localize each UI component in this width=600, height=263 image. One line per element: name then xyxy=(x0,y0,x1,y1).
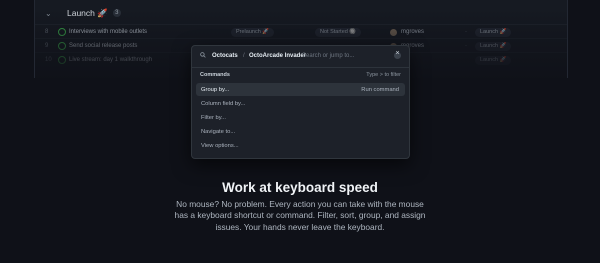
avatar xyxy=(390,28,397,36)
row-index: 9 xyxy=(45,43,49,49)
command-column-field-by[interactable]: Column field by... xyxy=(196,97,405,110)
group-title: Launch 🚀 xyxy=(67,7,108,18)
command-group-by[interactable]: Group by... Run command xyxy=(196,83,405,96)
row-index: 8 xyxy=(45,29,49,35)
search-icon xyxy=(200,52,206,58)
assignee-name[interactable]: mgroves xyxy=(401,29,424,35)
section-label: Commands xyxy=(200,72,230,78)
breadcrumb-owner[interactable]: Octocats xyxy=(212,53,238,59)
group-header[interactable]: ⌄ Launch 🚀 3 xyxy=(35,4,567,22)
open-issue-icon xyxy=(58,42,66,50)
chevron-down-icon[interactable]: ⌄ xyxy=(45,9,55,18)
open-issue-icon xyxy=(58,28,66,36)
command-label: Filter by... xyxy=(201,114,227,121)
command-palette: Octocats / OctoArcade Invader Search or … xyxy=(191,45,410,159)
command-label: Navigate to... xyxy=(201,128,236,135)
command-label: Column field by... xyxy=(201,100,246,107)
breadcrumb-project[interactable]: OctoArcade Invader xyxy=(249,53,306,59)
command-search-bar[interactable]: Octocats / OctoArcade Invader Search or … xyxy=(192,46,409,68)
row-separator: · xyxy=(465,29,467,35)
command-label: Group by... xyxy=(201,86,230,93)
group-count-badge: 3 xyxy=(112,9,121,17)
row-title[interactable]: Interviews with mobile outlets xyxy=(69,29,147,35)
row-index: 10 xyxy=(45,57,52,63)
table-row[interactable]: 8 Interviews with mobile outlets Prelaun… xyxy=(35,24,567,39)
open-issue-icon xyxy=(58,56,66,64)
command-action-hint: Run command xyxy=(361,86,399,93)
iteration-pill[interactable]: Launch 🚀 xyxy=(475,41,512,51)
row-title[interactable]: Send social release posts xyxy=(69,43,137,49)
command-label: View options... xyxy=(201,142,239,149)
row-separator: · xyxy=(465,43,467,49)
commands-section-header: Commands Type > to filter xyxy=(200,72,401,80)
command-navigate-to[interactable]: Navigate to... xyxy=(196,125,405,138)
row-title[interactable]: Live stream: day 1 walkthrough xyxy=(69,57,152,63)
iteration-pill[interactable]: Launch 🚀 xyxy=(475,55,512,65)
command-filter-by[interactable]: Filter by... xyxy=(196,111,405,124)
feature-headline: Work at keyboard speed xyxy=(222,180,378,195)
feature-description: No mouse? No problem. Every action you c… xyxy=(174,199,426,232)
status-pill[interactable]: Not Started 🔘 xyxy=(315,27,362,37)
filter-hint: Type > to filter xyxy=(366,72,401,78)
iteration-pill[interactable]: Launch 🚀 xyxy=(475,27,512,37)
search-input[interactable]: Search or jump to... xyxy=(302,53,354,59)
clear-icon[interactable] xyxy=(394,50,401,59)
command-view-options[interactable]: View options... xyxy=(196,139,405,152)
breadcrumb-separator: / xyxy=(243,53,245,59)
label-pill[interactable]: Prelaunch 🚀 xyxy=(231,27,275,37)
